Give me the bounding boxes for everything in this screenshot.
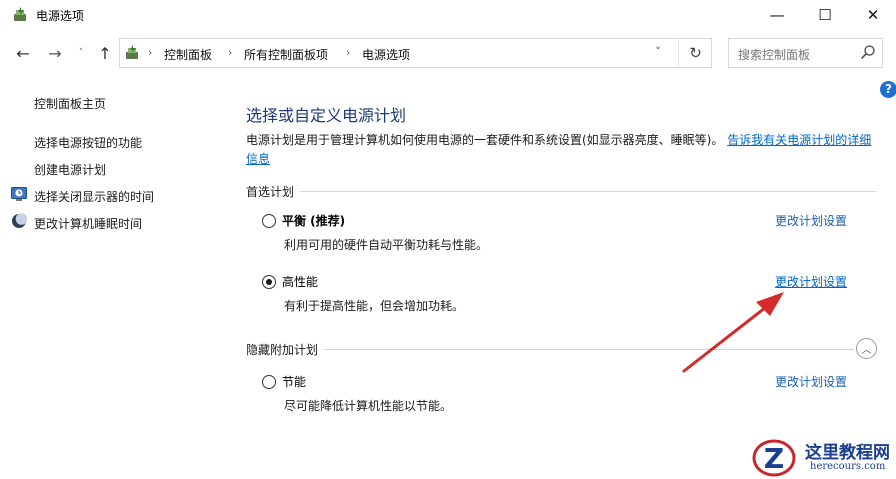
search-icon[interactable]: [860, 44, 876, 60]
sidebar-item-create-plan[interactable]: 创建电源计划: [34, 161, 106, 178]
chevron-right-icon[interactable]: ›: [346, 46, 350, 59]
moon-icon: [12, 213, 27, 228]
up-button[interactable]: ↑: [94, 42, 116, 64]
preferred-plans-section: 首选计划: [246, 183, 876, 200]
plan-high-performance: 高性能 有利于提高性能，但会增加功耗。 更改计划设置: [262, 273, 862, 319]
watermark: Z 这里教程网 herecours.com: [750, 436, 896, 479]
section-label: 隐藏附加计划: [246, 341, 325, 358]
plan-radio-power-saver[interactable]: [262, 375, 276, 389]
breadcrumb-all-items[interactable]: 所有控制面板项: [244, 46, 328, 63]
sidebar-item-display-off[interactable]: 选择关闭显示器的时间: [34, 188, 154, 205]
plan-description: 有利于提高性能，但会增加功耗。: [284, 299, 465, 313]
change-plan-settings-link[interactable]: 更改计划设置: [775, 373, 847, 390]
sidebar-item-home[interactable]: 控制面板主页: [34, 95, 106, 112]
plan-power-saver: 节能 尽可能降低计算机性能以节能。 更改计划设置: [262, 373, 862, 419]
plan-name[interactable]: 平衡 (推荐): [282, 212, 345, 229]
page-title: 选择或自定义电源计划: [246, 106, 407, 125]
breadcrumb-power-options[interactable]: 电源选项: [362, 46, 410, 63]
watermark-url: herecours.com: [810, 461, 886, 472]
recent-locations-button[interactable]: ˅: [74, 42, 88, 64]
divider: [246, 349, 854, 350]
chevron-right-icon: ›: [148, 46, 153, 59]
forward-button[interactable]: →: [44, 42, 66, 64]
search-input[interactable]: 搜索控制面板: [738, 46, 810, 63]
plan-name[interactable]: 高性能: [282, 273, 318, 290]
section-label: 首选计划: [246, 183, 301, 200]
change-plan-settings-link[interactable]: 更改计划设置: [775, 212, 847, 229]
chevron-down-icon[interactable]: ˅: [650, 45, 666, 58]
chevron-right-icon[interactable]: ›: [228, 46, 232, 59]
refresh-button[interactable]: ↻: [678, 39, 712, 67]
window-title: 电源选项: [36, 9, 85, 23]
plan-name[interactable]: 节能: [282, 373, 306, 390]
breadcrumb-control-panel[interactable]: 控制面板: [164, 46, 212, 63]
page-description: 电源计划是用于管理计算机如何使用电源的一套硬件和系统设置(如显示器亮度、睡眠等)…: [246, 131, 872, 169]
power-options-icon: [14, 7, 26, 21]
navigation-bar: ← → ˅ ↑ › 控制面板 › 所有控制面板项 › 电源选项 ˅ ↻ 搜索控制…: [0, 34, 896, 72]
minimize-button[interactable]: —: [754, 0, 800, 30]
watermark-logo: Z: [752, 439, 796, 477]
plan-radio-balanced[interactable]: [262, 214, 276, 228]
description-text: 电源计划是用于管理计算机如何使用电源的一套硬件和系统设置(如显示器亮度、睡眠等)…: [246, 133, 724, 147]
chevron-up-icon[interactable]: ︿: [856, 338, 877, 359]
help-icon[interactable]: ?: [880, 81, 896, 98]
control-panel-icon: [126, 45, 138, 59]
back-button[interactable]: ←: [12, 42, 34, 64]
plan-description: 尽可能降低计算机性能以节能。: [284, 399, 453, 413]
svg-text:Z: Z: [764, 442, 784, 475]
sidebar-item-sleep-time[interactable]: 更改计算机睡眠时间: [34, 215, 142, 232]
plan-description: 利用可用的硬件自动平衡功耗与性能。: [284, 238, 489, 252]
divider: [246, 191, 876, 192]
plan-radio-high-performance[interactable]: [262, 275, 276, 289]
search-box[interactable]: 搜索控制面板: [728, 38, 883, 68]
plan-balanced: 平衡 (推荐) 利用可用的硬件自动平衡功耗与性能。 更改计划设置: [262, 212, 862, 258]
close-button[interactable]: ✕: [850, 0, 896, 30]
watermark-title: 这里教程网: [805, 443, 890, 463]
sidebar-item-power-button[interactable]: 选择电源按钮的功能: [34, 134, 142, 151]
display-clock-icon: [11, 187, 27, 201]
maximize-button[interactable]: ☐: [802, 0, 848, 30]
address-bar[interactable]: › 控制面板 › 所有控制面板项 › 电源选项 ˅ ↻: [119, 38, 712, 68]
hidden-plans-section: 隐藏附加计划 ︿: [246, 338, 877, 359]
change-plan-settings-link[interactable]: 更改计划设置: [775, 273, 847, 290]
title-bar: 电源选项 — ☐ ✕: [0, 0, 896, 30]
